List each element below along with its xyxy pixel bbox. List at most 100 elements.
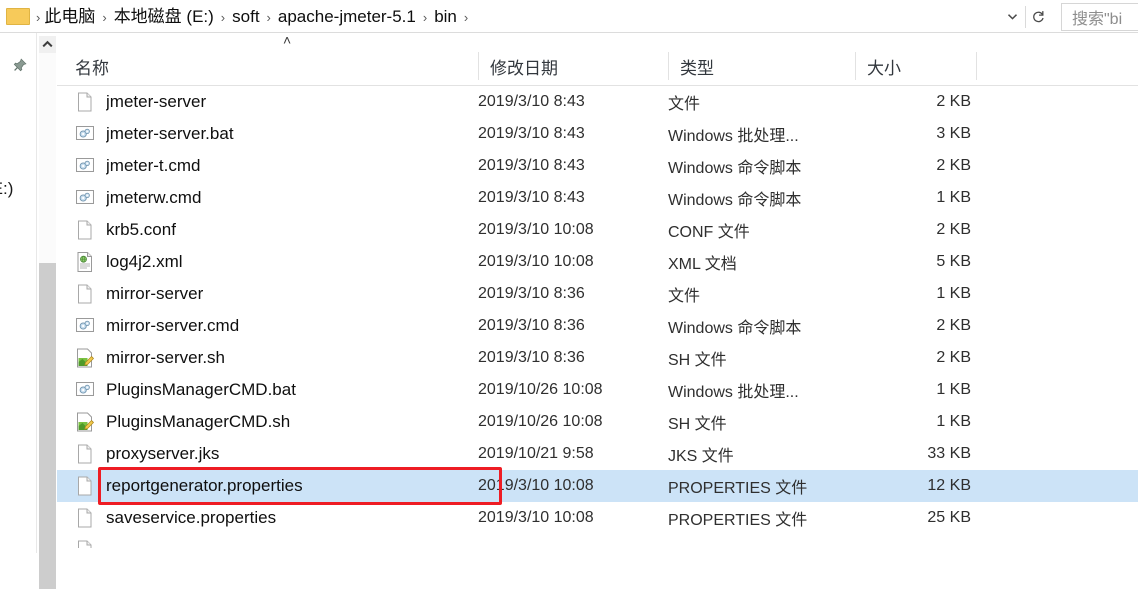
file-name-label: saveservice.properties: [106, 508, 277, 527]
breadcrumb-separator: ›: [266, 9, 271, 25]
table-row[interactable]: reportgenerator.properties 2019/3/10 10:0…: [57, 470, 1138, 502]
sh-file-icon: [75, 411, 95, 433]
file-name-label: proxyserver.jks: [106, 444, 220, 463]
table-row[interactable]: mirror-server.sh 2019/3/10 8:36 SH 文件 2 KB: [57, 342, 1138, 374]
cell-name[interactable]: log4j2.xml: [57, 246, 478, 278]
cell-date-modified: 2019/3/10 10:08: [478, 477, 594, 494]
breadcrumb-item-3[interactable]: apache-jmeter-5.1: [273, 5, 421, 29]
cell-size: 1 KB: [936, 189, 971, 206]
cell-size: 5 KB: [936, 253, 971, 270]
cell-date-modified: 2019/3/10 10:08: [478, 509, 594, 526]
gears-file-icon: [75, 379, 95, 401]
cell-date-modified: 2019/3/10 10:08: [478, 253, 594, 270]
cell-name[interactable]: jmeter-server: [57, 86, 478, 118]
cell-name[interactable]: mirror-server.sh: [57, 342, 478, 374]
file-name-label: reportgenerator.properties: [106, 476, 303, 495]
cell-size: 2 KB: [936, 157, 971, 174]
breadcrumb-separator: ›: [422, 9, 428, 25]
cell-size: 33 KB: [927, 445, 971, 462]
column-header-size[interactable]: 大小: [855, 47, 977, 85]
search-input[interactable]: 搜索"bi: [1061, 2, 1138, 31]
file-name-label: mirror-server.cmd: [106, 316, 240, 335]
search-placeholder: 搜索"bi: [1072, 10, 1123, 28]
table-row[interactable]: PluginsManagerCMD.bat 2019/10/26 10:08 Win…: [57, 374, 1138, 406]
file-rows[interactable]: jmeter-server 2019/3/10 8:43 文件 2 KB jmeter-…: [57, 86, 1138, 548]
column-header-label: 大小: [867, 58, 901, 78]
cell-name[interactable]: reportgenerator.properties: [57, 470, 478, 502]
table-row[interactable]: log4j2.xml 2019/3/10 10:08 XML 文档 5 KB: [57, 246, 1138, 278]
table-row[interactable]: PluginsManagerCMD.sh 2019/10/26 10:08 SH 文…: [57, 406, 1138, 438]
cell-size: 2 KB: [936, 93, 971, 110]
file-name-label: mirror-server.sh: [106, 348, 226, 367]
breadcrumb[interactable]: › 此电脑 › 本地磁盘 (E:) › soft › apache-jmeter-5.1 › bi…: [30, 0, 1000, 33]
cell-type: Windows 批处理...: [668, 384, 799, 401]
table-row[interactable]: saveservice.properties 2019/3/10 10:08 PRO…: [57, 502, 1138, 534]
navigation-pane-scrollbar[interactable]: [39, 36, 56, 589]
address-bar[interactable]: › 此电脑 › 本地磁盘 (E:) › soft › apache-jmeter-5.1 › bi…: [0, 0, 1138, 33]
blank-file-icon: [75, 539, 95, 548]
cell-type: SH 文件: [668, 416, 727, 433]
cell-name[interactable]: mirror-server.cmd: [57, 310, 478, 342]
cell-name[interactable]: proxyserver.jks: [57, 438, 478, 470]
table-row[interactable]: jmeterw.cmd 2019/3/10 8:43 Windows 命令脚本 1 K…: [57, 182, 1138, 214]
gears-file-icon: [75, 155, 95, 177]
chevron-down-icon[interactable]: [1000, 1, 1025, 33]
cell-type: 文件: [668, 288, 701, 305]
chevron-up-icon[interactable]: [39, 36, 56, 53]
column-divider[interactable]: [478, 52, 479, 80]
table-row[interactable]: jmeter-server 2019/3/10 8:43 文件 2 KB: [57, 86, 1138, 118]
file-name-label: jmeterw.cmd: [106, 188, 202, 207]
file-name-label: log4j2.xml: [106, 252, 183, 271]
table-row[interactable]: mirror-server 2019/3/10 8:36 文件 1 KB: [57, 278, 1138, 310]
table-row[interactable]: jmeter-server.bat 2019/3/10 8:43 Windows 批…: [57, 118, 1138, 150]
column-divider[interactable]: [855, 52, 856, 80]
table-row[interactable]: proxyserver.jks 2019/10/21 9:58 JKS 文件 33 K…: [57, 438, 1138, 470]
breadcrumb-item-1[interactable]: 本地磁盘 (E:): [109, 5, 219, 29]
pushpin-icon[interactable]: [10, 57, 28, 75]
refresh-icon[interactable]: [1026, 1, 1051, 33]
cell-name[interactable]: jmeter-server.bat: [57, 118, 478, 150]
breadcrumb-item-4[interactable]: bin: [429, 5, 462, 29]
column-divider[interactable]: [668, 52, 669, 80]
scrollbar-thumb[interactable]: [39, 53, 56, 263]
cell-type: SH 文件: [668, 352, 727, 369]
column-header-label: 修改日期: [490, 58, 558, 78]
cell-size: 2 KB: [936, 221, 971, 238]
table-row[interactable]: krb5.conf 2019/3/10 10:08 CONF 文件 2 KB: [57, 214, 1138, 246]
blank-file-icon: [75, 283, 95, 305]
cell-size: 1 KB: [936, 413, 971, 430]
column-header-label: 名称: [75, 58, 109, 78]
cell-name[interactable]: [57, 534, 478, 548]
cell-type: 文件: [668, 96, 701, 113]
cell-size: 2 KB: [936, 349, 971, 366]
file-name-label: PluginsManagerCMD.sh: [106, 412, 291, 431]
cell-size: 12 KB: [927, 477, 971, 494]
cell-name[interactable]: PluginsManagerCMD.sh: [57, 406, 478, 438]
column-header-date[interactable]: 修改日期: [478, 47, 668, 85]
blank-file-icon: [75, 507, 95, 529]
cell-name[interactable]: krb5.conf: [57, 214, 478, 246]
cell-date-modified: 2019/3/10 8:43: [478, 125, 585, 142]
cell-name[interactable]: jmeterw.cmd: [57, 182, 478, 214]
cell-name[interactable]: mirror-server: [57, 278, 478, 310]
blank-file-icon: [75, 219, 95, 241]
table-row[interactable]: mirror-server.cmd 2019/3/10 8:36 Windows 命…: [57, 310, 1138, 342]
navigation-pane[interactable]: (E:): [0, 33, 37, 553]
column-header-type[interactable]: 类型: [668, 47, 855, 85]
cell-date-modified: 2019/3/10 8:43: [478, 157, 585, 174]
breadcrumb-item-0[interactable]: 此电脑: [42, 5, 100, 29]
breadcrumb-item-2[interactable]: soft: [227, 5, 264, 29]
table-row[interactable]: jmeter-t.cmd 2019/3/10 8:43 Windows 命令脚本 2 …: [57, 150, 1138, 182]
file-list-view[interactable]: 名称 修改日期 类型 大小 ˄ jmeter-server 2019/3/10 8:43…: [57, 33, 1138, 553]
cell-name[interactable]: saveservice.properties: [57, 502, 478, 534]
cell-name[interactable]: PluginsManagerCMD.bat: [57, 374, 478, 406]
table-row[interactable]: [57, 534, 1138, 548]
breadcrumb-separator: ›: [102, 9, 107, 25]
column-header-row[interactable]: 名称 修改日期 类型 大小: [57, 47, 1138, 86]
cell-date-modified: 2019/3/10 8:36: [478, 285, 585, 302]
column-divider[interactable]: [976, 52, 977, 80]
cell-date-modified: 2019/3/10 8:43: [478, 189, 585, 206]
column-header-name[interactable]: 名称: [57, 47, 478, 85]
cell-name[interactable]: jmeter-t.cmd: [57, 150, 478, 182]
scrollbar-track[interactable]: [39, 263, 56, 589]
